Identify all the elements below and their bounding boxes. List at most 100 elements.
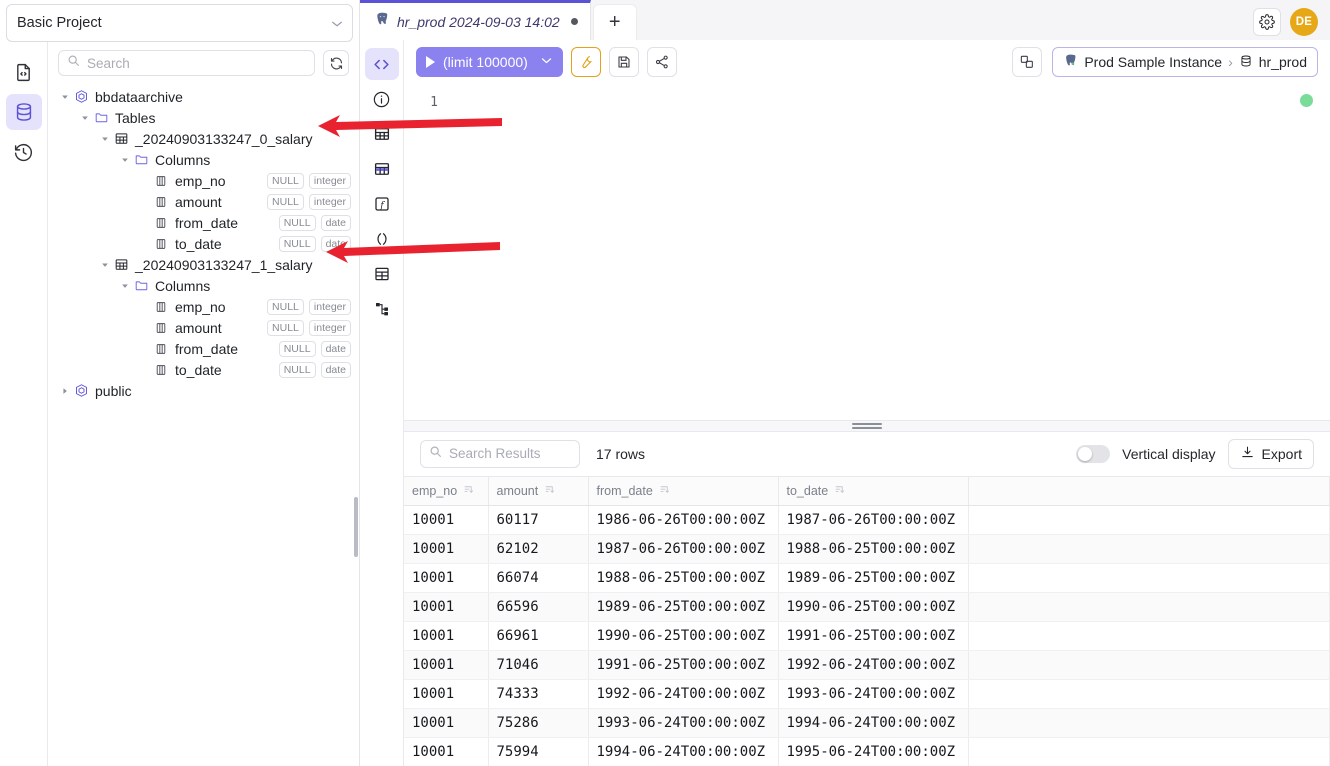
tree-item[interactable]: amount NULL integer xyxy=(48,191,359,212)
sort-icon[interactable] xyxy=(463,484,474,498)
table-cell[interactable]: 10001 xyxy=(404,621,489,651)
table-cell[interactable]: 71046 xyxy=(488,650,589,680)
table-cell[interactable]: 1995-06-24T00:00:00Z xyxy=(778,737,969,766)
table-row[interactable]: 10001 75286 1993-06-24T00:00:00Z 1994-06-24… xyxy=(404,708,1330,738)
tree-item[interactable]: Columns xyxy=(48,275,359,296)
run-query-button[interactable]: (limit 100000) xyxy=(416,47,563,77)
tree-item[interactable]: Tables xyxy=(48,107,359,128)
chevron-down-icon[interactable] xyxy=(118,155,132,165)
duplicate-icon[interactable] xyxy=(1012,47,1043,77)
table-cell[interactable]: 60117 xyxy=(488,505,589,535)
search-input[interactable]: Search xyxy=(58,50,315,76)
database-icon[interactable] xyxy=(5,94,42,130)
table-cell[interactable]: 74333 xyxy=(488,679,589,709)
table-row[interactable]: 10001 66596 1989-06-25T00:00:00Z 1990-06-25… xyxy=(404,592,1330,622)
table-cell[interactable]: 1987-06-26T00:00:00Z xyxy=(588,534,779,564)
tree-item[interactable]: emp_no NULL integer xyxy=(48,296,359,317)
sort-icon[interactable] xyxy=(834,484,845,498)
chevron-down-icon[interactable] xyxy=(98,260,112,270)
table-cell[interactable]: 75286 xyxy=(488,708,589,738)
panel-splitter[interactable] xyxy=(404,419,1330,432)
new-tab-button[interactable]: + xyxy=(592,4,637,40)
results-search-input[interactable]: Search Results xyxy=(420,439,580,468)
table-row[interactable]: 10001 62102 1987-06-26T00:00:00Z 1988-06-25… xyxy=(404,534,1330,564)
gear-icon[interactable] xyxy=(1253,8,1281,36)
chevron-down-icon[interactable] xyxy=(540,54,553,70)
table-cell[interactable]: 1988-06-25T00:00:00Z xyxy=(588,563,779,593)
chevron-down-icon[interactable] xyxy=(78,113,92,123)
tab-hr-prod[interactable]: hr_prod 2024-09-03 14:02 xyxy=(360,0,591,40)
table-cell[interactable] xyxy=(968,737,1330,766)
sql-editor-content[interactable] xyxy=(448,85,1330,420)
sort-icon[interactable] xyxy=(659,484,670,498)
chevron-down-icon[interactable] xyxy=(98,134,112,144)
vertical-display-toggle[interactable] xyxy=(1076,444,1111,463)
share-icon[interactable] xyxy=(646,47,677,77)
table-cell[interactable] xyxy=(968,621,1330,651)
table-cell[interactable]: 10001 xyxy=(404,505,489,535)
tree-item[interactable]: Columns xyxy=(48,149,359,170)
table-cell[interactable] xyxy=(968,650,1330,680)
table-cell[interactable]: 1990-06-25T00:00:00Z xyxy=(778,592,969,622)
table-cell[interactable]: 66074 xyxy=(488,563,589,593)
tree-item[interactable]: to_date NULL date xyxy=(48,359,359,380)
file-code-icon[interactable] xyxy=(6,54,42,90)
grid-icon[interactable] xyxy=(365,118,399,150)
chevron-down-icon[interactable] xyxy=(118,281,132,291)
table-cell[interactable]: 10001 xyxy=(404,534,489,564)
table-cell[interactable]: 1988-06-25T00:00:00Z xyxy=(778,534,969,564)
data-grid-icon[interactable] xyxy=(365,153,399,185)
table-cell[interactable]: 66596 xyxy=(488,592,589,622)
table-cell[interactable]: 1991-06-25T00:00:00Z xyxy=(588,650,779,680)
table-cell[interactable]: 1989-06-25T00:00:00Z xyxy=(778,563,969,593)
table-row[interactable]: 10001 74333 1992-06-24T00:00:00Z 1993-06-24… xyxy=(404,679,1330,709)
tree-item[interactable]: bbdataarchive xyxy=(48,86,359,107)
table-row[interactable]: 10001 60117 1986-06-26T00:00:00Z 1987-06-26… xyxy=(404,505,1330,535)
table-cell[interactable]: 1992-06-24T00:00:00Z xyxy=(588,679,779,709)
connection-breadcrumb[interactable]: Prod Sample Instance › hr_prod xyxy=(1052,47,1318,77)
tree-item[interactable]: from_date NULL date xyxy=(48,212,359,233)
table-cell[interactable]: 10001 xyxy=(404,737,489,766)
sort-icon[interactable] xyxy=(544,484,555,498)
table-cell[interactable]: 75994 xyxy=(488,737,589,766)
table-cell[interactable]: 62102 xyxy=(488,534,589,564)
table-row[interactable]: 10001 71046 1991-06-25T00:00:00Z 1992-06-24… xyxy=(404,650,1330,680)
table-row[interactable]: 10001 75994 1994-06-24T00:00:00Z 1995-06-24… xyxy=(404,737,1330,766)
hierarchy-icon[interactable] xyxy=(365,293,399,325)
tree-item[interactable]: to_date NULL date xyxy=(48,233,359,254)
table-cell[interactable] xyxy=(968,563,1330,593)
sql-editor[interactable]: 1 xyxy=(404,84,1330,420)
project-selector[interactable]: Basic Project xyxy=(6,4,353,42)
table-cell[interactable]: 1993-06-24T00:00:00Z xyxy=(588,708,779,738)
results-grid-wrapper[interactable]: emp_no amount from_date to_date 10001 60117 1… xyxy=(404,475,1330,766)
chevron-down-icon[interactable] xyxy=(58,92,72,102)
table-cell[interactable]: 1986-06-26T00:00:00Z xyxy=(588,505,779,535)
table-cell[interactable]: 1994-06-24T00:00:00Z xyxy=(778,708,969,738)
table-cell[interactable]: 10001 xyxy=(404,708,489,738)
column-header-emp_no[interactable]: emp_no xyxy=(404,476,489,506)
info-icon[interactable] xyxy=(365,83,399,115)
table-icon[interactable] xyxy=(365,258,399,290)
table-row[interactable]: 10001 66074 1988-06-25T00:00:00Z 1989-06-25… xyxy=(404,563,1330,593)
tree-item[interactable]: from_date NULL date xyxy=(48,338,359,359)
chevron-right-icon[interactable] xyxy=(58,386,72,396)
sidebar-scrollbar[interactable] xyxy=(354,497,358,557)
column-header-from_date[interactable]: from_date xyxy=(588,476,779,506)
table-cell[interactable] xyxy=(968,534,1330,564)
export-button[interactable]: Export xyxy=(1227,438,1314,469)
wrench-icon[interactable] xyxy=(570,47,601,77)
table-cell[interactable]: 10001 xyxy=(404,650,489,680)
parentheses-icon[interactable] xyxy=(365,223,399,255)
save-icon[interactable] xyxy=(608,47,639,77)
table-cell[interactable] xyxy=(968,505,1330,535)
tree-item[interactable]: _20240903133247_1_salary xyxy=(48,254,359,275)
table-cell[interactable]: 10001 xyxy=(404,679,489,709)
table-cell[interactable] xyxy=(968,679,1330,709)
table-cell[interactable]: 1994-06-24T00:00:00Z xyxy=(588,737,779,766)
refresh-button[interactable] xyxy=(323,50,349,76)
table-cell[interactable]: 66961 xyxy=(488,621,589,651)
table-cell[interactable]: 1989-06-25T00:00:00Z xyxy=(588,592,779,622)
table-cell[interactable] xyxy=(968,592,1330,622)
table-cell[interactable]: 10001 xyxy=(404,563,489,593)
table-cell[interactable] xyxy=(968,708,1330,738)
